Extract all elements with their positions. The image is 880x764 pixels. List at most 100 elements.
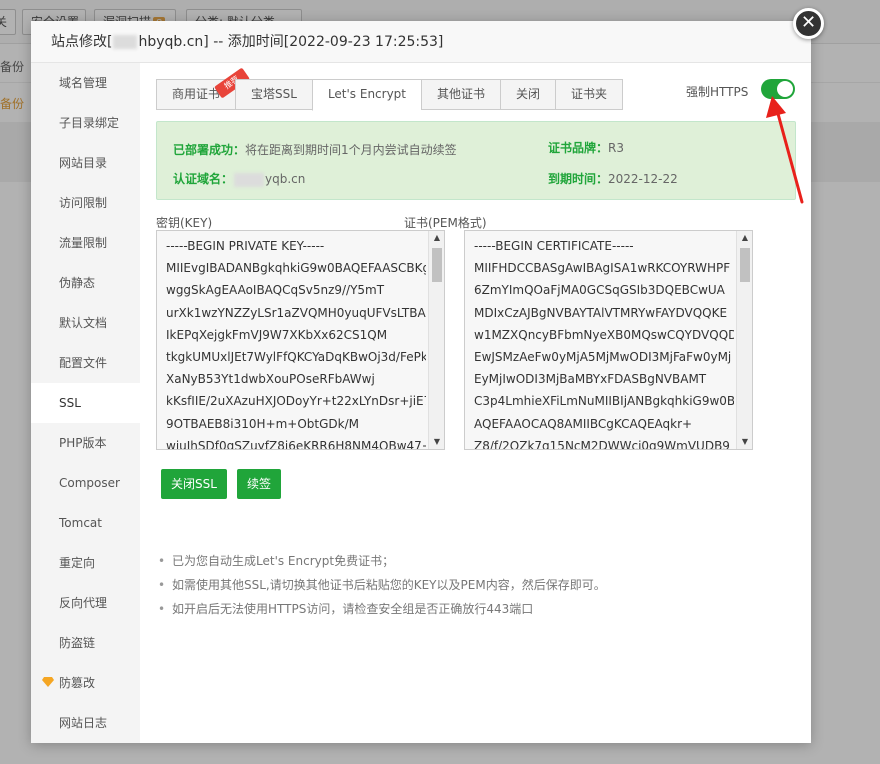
tab-label: 商用证书 [172, 87, 221, 101]
text-line: Z8/f/2OZk7q15NcM2DWWci0q9WmVUDB9 [474, 438, 730, 450]
text-line: EwJSMzAeFw0yMjA5MjMwODI3MjFaFw0yMj [474, 350, 732, 365]
tab-baota-ssl[interactable]: 宝塔SSL [235, 79, 312, 110]
expire-time: 到期时间：2022-12-22 [548, 170, 678, 187]
scroll-up-icon[interactable]: ▲ [737, 231, 752, 245]
sidebar-item-label: SSL [59, 396, 81, 410]
sidebar-item-label: 流量限制 [59, 236, 108, 250]
sidebar-item-label: Tomcat [59, 516, 102, 530]
note-item: 如开启后无法使用HTTPS访问，请检查安全组是否正确放行443端口 [156, 597, 606, 621]
sidebar-item[interactable]: PHP版本 [31, 423, 140, 463]
toggle-knob [777, 81, 793, 97]
scroll-thumb[interactable] [432, 248, 442, 282]
key-label: 密钥(KEY) [156, 216, 213, 230]
renew-button[interactable]: 续签 [237, 469, 282, 499]
scroll-down-icon[interactable]: ▼ [429, 435, 444, 449]
sidebar-item-label: 默认文档 [59, 316, 108, 330]
redacted-domain [234, 172, 265, 187]
sidebar-item[interactable]: 默认文档 [31, 303, 140, 343]
sidebar-item[interactable]: 防盗链 [31, 623, 140, 663]
text-line: MDIxCzAJBgNVBAYTAlVTMRYwFAYDVQQKE [474, 305, 728, 320]
tab-cert-folder[interactable]: 证书夹 [555, 79, 624, 110]
sidebar-item-label: 伪静态 [59, 276, 96, 290]
text-line: -----BEGIN CERTIFICATE----- [474, 239, 634, 253]
deploy-status-value: 将在距离到期时间1个月内尝试自动续签 [245, 143, 457, 157]
sidebar-item[interactable]: 域名管理 [31, 63, 140, 103]
sidebar-item[interactable]: 子目录绑定 [31, 103, 140, 143]
sidebar-item[interactable]: 伪静态 [31, 263, 140, 303]
text-line: urXk1wzYNZZyLSr1aZVQMH0yuqUFVsLTBA9 [166, 305, 426, 320]
cert-text: -----BEGIN CERTIFICATE----- MIIFHDCCBASgA… [474, 235, 734, 450]
sidebar-item-label: 子目录绑定 [59, 116, 120, 130]
text-line: 9OTBAEB8i310H+m+ObtGDk/M [166, 416, 360, 431]
ssl-tabs: 商用证书 推荐 宝塔SSL Let's Encrypt 其他证书 关闭 证书夹 [156, 67, 624, 111]
sidebar-item-label: 重定向 [59, 556, 96, 570]
annotation-arrow [766, 96, 804, 204]
sidebar-item[interactable]: 反向代理 [31, 583, 140, 623]
tab-label: 关闭 [516, 87, 541, 101]
text-line: MIIEvgIBADANBgkqhkiG9w0BAQEFAASCBKg [166, 261, 426, 276]
text-line: AQEFAAOCAQ8AMIIBCgKCAQEAqkr+ [474, 416, 693, 431]
cert-textarea[interactable]: -----BEGIN CERTIFICATE----- MIIFHDCCBASgA… [464, 230, 753, 450]
sidebar-item-label: 配置文件 [59, 356, 108, 370]
sidebar-item-label: 访问限制 [59, 196, 108, 210]
sidebar-item[interactable]: 配置文件 [31, 343, 140, 383]
text-line: 6ZmYImQOaFjMA0GCSqGSIb3DQEBCwUA [474, 283, 725, 298]
tab-other-cert[interactable]: 其他证书 [421, 79, 501, 110]
diamond-icon [42, 677, 54, 687]
dialog-title-prefix: 站点修改[ [51, 34, 113, 50]
deploy-status-box: 已部署成功：将在距离到期时间1个月内尝试自动续签 认证域名： yqb.cn 证书品… [156, 121, 796, 200]
cert-brand-value: R3 [608, 141, 624, 155]
cert-brand-key: 证书品牌： [548, 141, 609, 155]
key-scrollbar[interactable]: ▲ ▼ [428, 231, 444, 449]
cert-label: 证书(PEM格式) [404, 216, 487, 230]
close-icon[interactable]: ✕ [793, 8, 824, 39]
dialog-title-suffix: hbyqb.cn] -- 添加时间[2022-09-23 17:25:53] [138, 34, 444, 50]
tab-label: Let's Encrypt [327, 87, 407, 101]
text-line: C3p4LmhieXFiLmNuMIIBIjANBgkqhkiG9w0B [474, 394, 734, 409]
tab-close[interactable]: 关闭 [500, 79, 556, 110]
text-line: tkgkUMUxlJEt7WylFfQKCYaDqKBwOj3d/FePk [166, 350, 426, 365]
deploy-status-key: 已部署成功： [173, 143, 246, 157]
tab-label: 其他证书 [437, 87, 486, 101]
sidebar-item-label: 防盗链 [59, 636, 96, 650]
sidebar-item-label: 网站日志 [59, 716, 108, 730]
scroll-up-icon[interactable]: ▲ [429, 231, 444, 245]
expire-time-key: 到期时间： [548, 172, 609, 186]
auth-domain-key: 认证域名： [173, 172, 234, 186]
sidebar-item-label: 域名管理 [59, 76, 108, 90]
sidebar-item[interactable]: 网站日志 [31, 703, 140, 743]
help-notes: 已为您自动生成Let's Encrypt免费证书；如需使用其他SSL,请切换其他… [156, 549, 606, 621]
sidebar-item[interactable]: Tomcat [31, 503, 140, 543]
close-ssl-button[interactable]: 关闭SSL [161, 469, 227, 499]
cert-scrollbar[interactable]: ▲ ▼ [736, 231, 752, 449]
sidebar-item[interactable]: SSL [31, 383, 140, 423]
sidebar-item[interactable]: 防篡改 [31, 663, 140, 703]
force-https-label: 强制HTTPS [686, 85, 749, 99]
deploy-status: 已部署成功：将在距离到期时间1个月内尝试自动续签 [173, 141, 457, 158]
ssl-panel: 商用证书 推荐 宝塔SSL Let's Encrypt 其他证书 关闭 证书夹 … [156, 63, 796, 743]
settings-sidebar: 域名管理子目录绑定网站目录访问限制流量限制伪静态默认文档配置文件 SSL PHP版本… [31, 63, 140, 743]
text-line: MIIFHDCCBASgAwIBAgISA1wRKCOYRWHPF [474, 261, 731, 276]
note-item: 如需使用其他SSL,请切换其他证书后粘贴您的KEY以及PEM内容，然后保存即可。 [156, 573, 606, 597]
text-line: IkEPqXejgkFmVJ9W7XKbXx62CS1QM [166, 327, 388, 342]
sidebar-item-label: Composer [59, 476, 120, 490]
sidebar-item[interactable]: 网站目录 [31, 143, 140, 183]
auth-domain: 认证域名： yqb.cn [173, 170, 305, 187]
sidebar-item[interactable]: 访问限制 [31, 183, 140, 223]
text-line: EyMjIwODI3MjBaMBYxFDASBgNVBAMT [474, 372, 707, 387]
tab-lets-encrypt[interactable]: Let's Encrypt [311, 79, 422, 111]
text-line: w1MZXQncyBFbmNyeXB0MQswCQYDVQQD [474, 327, 734, 342]
sidebar-item[interactable]: 流量限制 [31, 223, 140, 263]
sidebar-item-label: 网站目录 [59, 156, 108, 170]
key-textarea[interactable]: -----BEGIN PRIVATE KEY----- MIIEvgIBADANB… [156, 230, 445, 450]
sidebar-item-label: 反向代理 [59, 596, 108, 610]
dialog-title: 站点修改[ hbyqb.cn] -- 添加时间[2022-09-23 17:25:… [31, 21, 811, 63]
site-settings-dialog: 站点修改[ hbyqb.cn] -- 添加时间[2022-09-23 17:25:… [31, 21, 811, 743]
scroll-down-icon[interactable]: ▼ [737, 435, 752, 449]
sidebar-item[interactable]: Composer [31, 463, 140, 503]
tab-commercial-cert[interactable]: 商用证书 推荐 [156, 67, 250, 110]
expire-time-value: 2022-12-22 [608, 172, 678, 186]
scroll-thumb[interactable] [740, 248, 750, 282]
text-line: kKsfIIE/2uXAzuHXJODoyYr+t22xLYnDsr+jiE7l [166, 394, 426, 409]
sidebar-item[interactable]: 重定向 [31, 543, 140, 583]
